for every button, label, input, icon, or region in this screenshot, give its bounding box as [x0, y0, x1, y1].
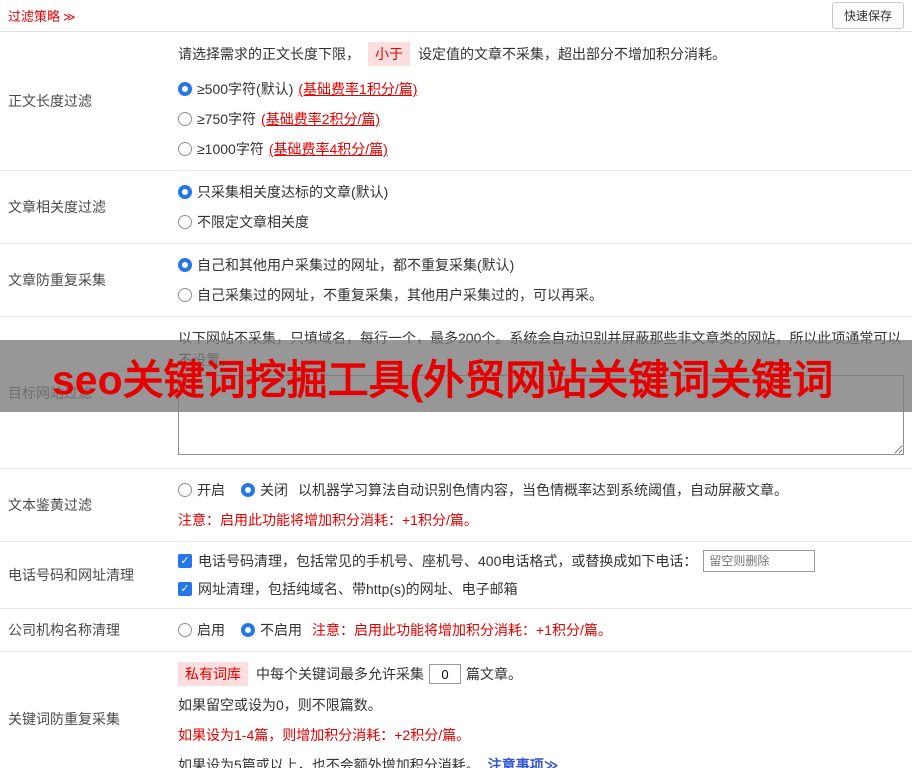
line4-text: 如果设为5篇或以上，也不会额外增加积分消耗。 [178, 757, 480, 768]
radio-icon[interactable] [178, 215, 192, 229]
option-text: 网址清理，包括纯域名、带http(s)的网址、电子邮箱 [198, 581, 518, 597]
radio-option-750-chars[interactable]: ≥750字符 (基础费率2积分/篇) [178, 108, 904, 130]
option-text: 电话号码清理，包括常见的手机号、座机号、400电话格式，或替换成如下电话： [198, 553, 698, 569]
company-clean-options: 启用 不启用 注意：启用此功能将增加积分消耗：+1积分/篇。 [178, 619, 904, 641]
fee-note: (基础费率2积分/篇) [261, 111, 381, 127]
filter-strategy-page: 过滤策略 ≫ 快速保存 正文长度过滤 请选择需求的正文长度下限， 小于 设定值的文… [0, 0, 912, 768]
keyword-dedup-line4: 如果设为5篇或以上，也不会额外增加积分消耗。 注意事项≫ [178, 754, 904, 768]
section-porn-filter: 文本鉴黄过滤 开启 关闭 以机器学习算法自动识别色情内容，当色情概率达到系统阈值… [0, 469, 912, 542]
radio-option-1000-chars[interactable]: ≥1000字符 (基础费率4积分/篇) [178, 138, 904, 160]
row-content-phone-url-clean: 电话号码清理，包括常见的手机号、座机号、400电话格式，或替换成如下电话： 网址… [170, 542, 912, 608]
url-clean-line: 网址清理，包括纯域名、带http(s)的网址、电子邮箱 [178, 578, 904, 600]
radio-icon[interactable] [178, 185, 192, 199]
section-keyword-dedup: 关键词防重复采集 私有词库 中每个关键词最多允许采集 篇文章。 如果留空或设为0… [0, 652, 912, 768]
fee-note: (基础费率4积分/篇) [268, 141, 388, 157]
option-text: 关闭 [260, 482, 288, 498]
radio-option-company-off[interactable]: 不启用 [241, 619, 302, 641]
option-text: 不限定文章相关度 [197, 214, 309, 230]
porn-filter-options: 开启 关闭 以机器学习算法自动识别色情内容，当色情概率达到系统阈值，自动屏蔽文章… [178, 479, 904, 501]
watermark-overlay: seo关键词挖掘工具(外贸网站关键词关键词 [0, 340, 912, 412]
option-text: ≥1000字符 [197, 141, 264, 157]
fee-note: (基础费率1积分/篇) [298, 81, 418, 97]
radio-icon[interactable] [178, 82, 192, 96]
radio-option-dedup-all-users[interactable]: 自己和其他用户采集过的网址，都不重复采集(默认) [178, 254, 904, 276]
radio-option-relevance-unlimited[interactable]: 不限定文章相关度 [178, 211, 904, 233]
radio-option-porn-on[interactable]: 开启 [178, 479, 241, 501]
radio-option-porn-off[interactable]: 关闭 [241, 479, 288, 501]
chevron-down-icon: ≫ [63, 10, 76, 24]
radio-icon[interactable] [178, 258, 192, 272]
row-label-relevance-filter: 文章相关度过滤 [8, 199, 106, 215]
radio-icon[interactable] [178, 483, 192, 497]
max-articles-input[interactable] [429, 664, 461, 684]
highlight-less-than: 小于 [368, 42, 410, 66]
company-clean-warning: 注意：启用此功能将增加积分消耗：+1积分/篇。 [312, 622, 612, 638]
keyword-dedup-line3: 如果设为1-4篇，则增加积分消耗：+2积分/篇。 [178, 727, 471, 743]
line1-after-text: 篇文章。 [466, 666, 522, 682]
row-label-keyword-dedup: 关键词防重复采集 [8, 711, 120, 727]
checkbox-icon[interactable] [178, 554, 192, 568]
checkbox-icon[interactable] [178, 582, 192, 596]
porn-filter-description: 以机器学习算法自动识别色情内容，当色情概率达到系统阈值，自动屏蔽文章。 [298, 482, 788, 498]
length-filter-intro: 请选择需求的正文长度下限， 小于 设定值的文章不采集，超出部分不增加积分消耗。 [178, 42, 904, 66]
row-content-company-clean: 启用 不启用 注意：启用此功能将增加积分消耗：+1积分/篇。 [170, 609, 912, 651]
row-label-phone-url-clean: 电话号码和网址清理 [8, 567, 134, 583]
keyword-dedup-line2: 如果留空或设为0，则不限篇数。 [178, 697, 382, 713]
notes-link[interactable]: 注意事项≫ [488, 754, 559, 768]
radio-option-500-chars[interactable]: ≥500字符(默认) (基础费率1积分/篇) [178, 78, 904, 100]
intro-before: 请选择需求的正文长度下限， [178, 46, 360, 62]
highlight-private-thesaurus: 私有词库 [178, 662, 248, 686]
checkbox-url-clean[interactable]: 网址清理，包括纯域名、带http(s)的网址、电子邮箱 [178, 578, 518, 600]
option-text: 自己和其他用户采集过的网址，都不重复采集(默认) [197, 257, 515, 273]
section-dedup-filter: 文章防重复采集 自己和其他用户采集过的网址，都不重复采集(默认) 自己采集过的网… [0, 244, 912, 317]
section-relevance-filter: 文章相关度过滤 只采集相关度达标的文章(默认) 不限定文章相关度 [0, 171, 912, 244]
option-text: ≥500字符(默认) [197, 81, 294, 97]
option-text: 自己采集过的网址，不重复采集，其他用户采集过的，可以再采。 [197, 287, 603, 303]
row-label-porn-filter: 文本鉴黄过滤 [8, 497, 92, 513]
option-text: 只采集相关度达标的文章(默认) [197, 184, 389, 200]
watermark-text: seo关键词挖掘工具(外贸网站关键词关键词 [52, 357, 834, 403]
phone-clean-line: 电话号码清理，包括常见的手机号、座机号、400电话格式，或替换成如下电话： [178, 550, 904, 572]
line1-middle-text: 中每个关键词最多允许采集 [256, 666, 424, 682]
radio-icon[interactable] [178, 288, 192, 302]
row-content-length-filter: 请选择需求的正文长度下限， 小于 设定值的文章不采集，超出部分不增加积分消耗。 … [170, 32, 912, 170]
quick-save-button[interactable]: 快速保存 [831, 2, 904, 29]
intro-after: 设定值的文章不采集，超出部分不增加积分消耗。 [418, 46, 726, 62]
row-content-keyword-dedup: 私有词库 中每个关键词最多允许采集 篇文章。 如果留空或设为0，则不限篇数。 如… [170, 652, 912, 768]
page-title[interactable]: 过滤策略 ≫ [8, 6, 76, 25]
option-text: 不启用 [260, 622, 302, 638]
topbar: 过滤策略 ≫ 快速保存 [0, 0, 912, 32]
section-phone-url-clean: 电话号码和网址清理 电话号码清理，包括常见的手机号、座机号、400电话格式，或替… [0, 542, 912, 609]
section-company-clean: 公司机构名称清理 启用 不启用 注意：启用此功能将增加积分消耗：+1积分/篇。 [0, 609, 912, 652]
page-title-text: 过滤策略 [8, 9, 61, 24]
row-label-dedup-filter: 文章防重复采集 [8, 272, 106, 288]
radio-icon[interactable] [241, 623, 255, 637]
section-length-filter: 正文长度过滤 请选择需求的正文长度下限， 小于 设定值的文章不采集，超出部分不增… [0, 32, 912, 171]
row-label-length-filter: 正文长度过滤 [8, 93, 92, 109]
row-content-dedup-filter: 自己和其他用户采集过的网址，都不重复采集(默认) 自己采集过的网址，不重复采集，… [170, 244, 912, 316]
checkbox-phone-clean[interactable]: 电话号码清理，包括常见的手机号、座机号、400电话格式，或替换成如下电话： [178, 550, 697, 572]
phone-replace-input[interactable] [703, 550, 816, 572]
row-label-company-clean: 公司机构名称清理 [8, 622, 120, 638]
radio-icon[interactable] [178, 142, 192, 156]
radio-icon[interactable] [178, 623, 192, 637]
radio-option-relevance-default[interactable]: 只采集相关度达标的文章(默认) [178, 181, 904, 203]
row-content-porn-filter: 开启 关闭 以机器学习算法自动识别色情内容，当色情概率达到系统阈值，自动屏蔽文章… [170, 469, 912, 541]
option-text: 开启 [197, 482, 225, 498]
radio-icon[interactable] [241, 483, 255, 497]
radio-option-dedup-self-only[interactable]: 自己采集过的网址，不重复采集，其他用户采集过的，可以再采。 [178, 284, 904, 306]
keyword-dedup-line1: 私有词库 中每个关键词最多允许采集 篇文章。 [178, 662, 904, 686]
option-text: 启用 [197, 622, 225, 638]
row-content-relevance-filter: 只采集相关度达标的文章(默认) 不限定文章相关度 [170, 171, 912, 243]
porn-filter-warning: 注意：启用此功能将增加积分消耗：+1积分/篇。 [178, 512, 478, 528]
radio-option-company-on[interactable]: 启用 [178, 619, 241, 641]
option-text: ≥750字符 [197, 111, 257, 127]
radio-icon[interactable] [178, 112, 192, 126]
